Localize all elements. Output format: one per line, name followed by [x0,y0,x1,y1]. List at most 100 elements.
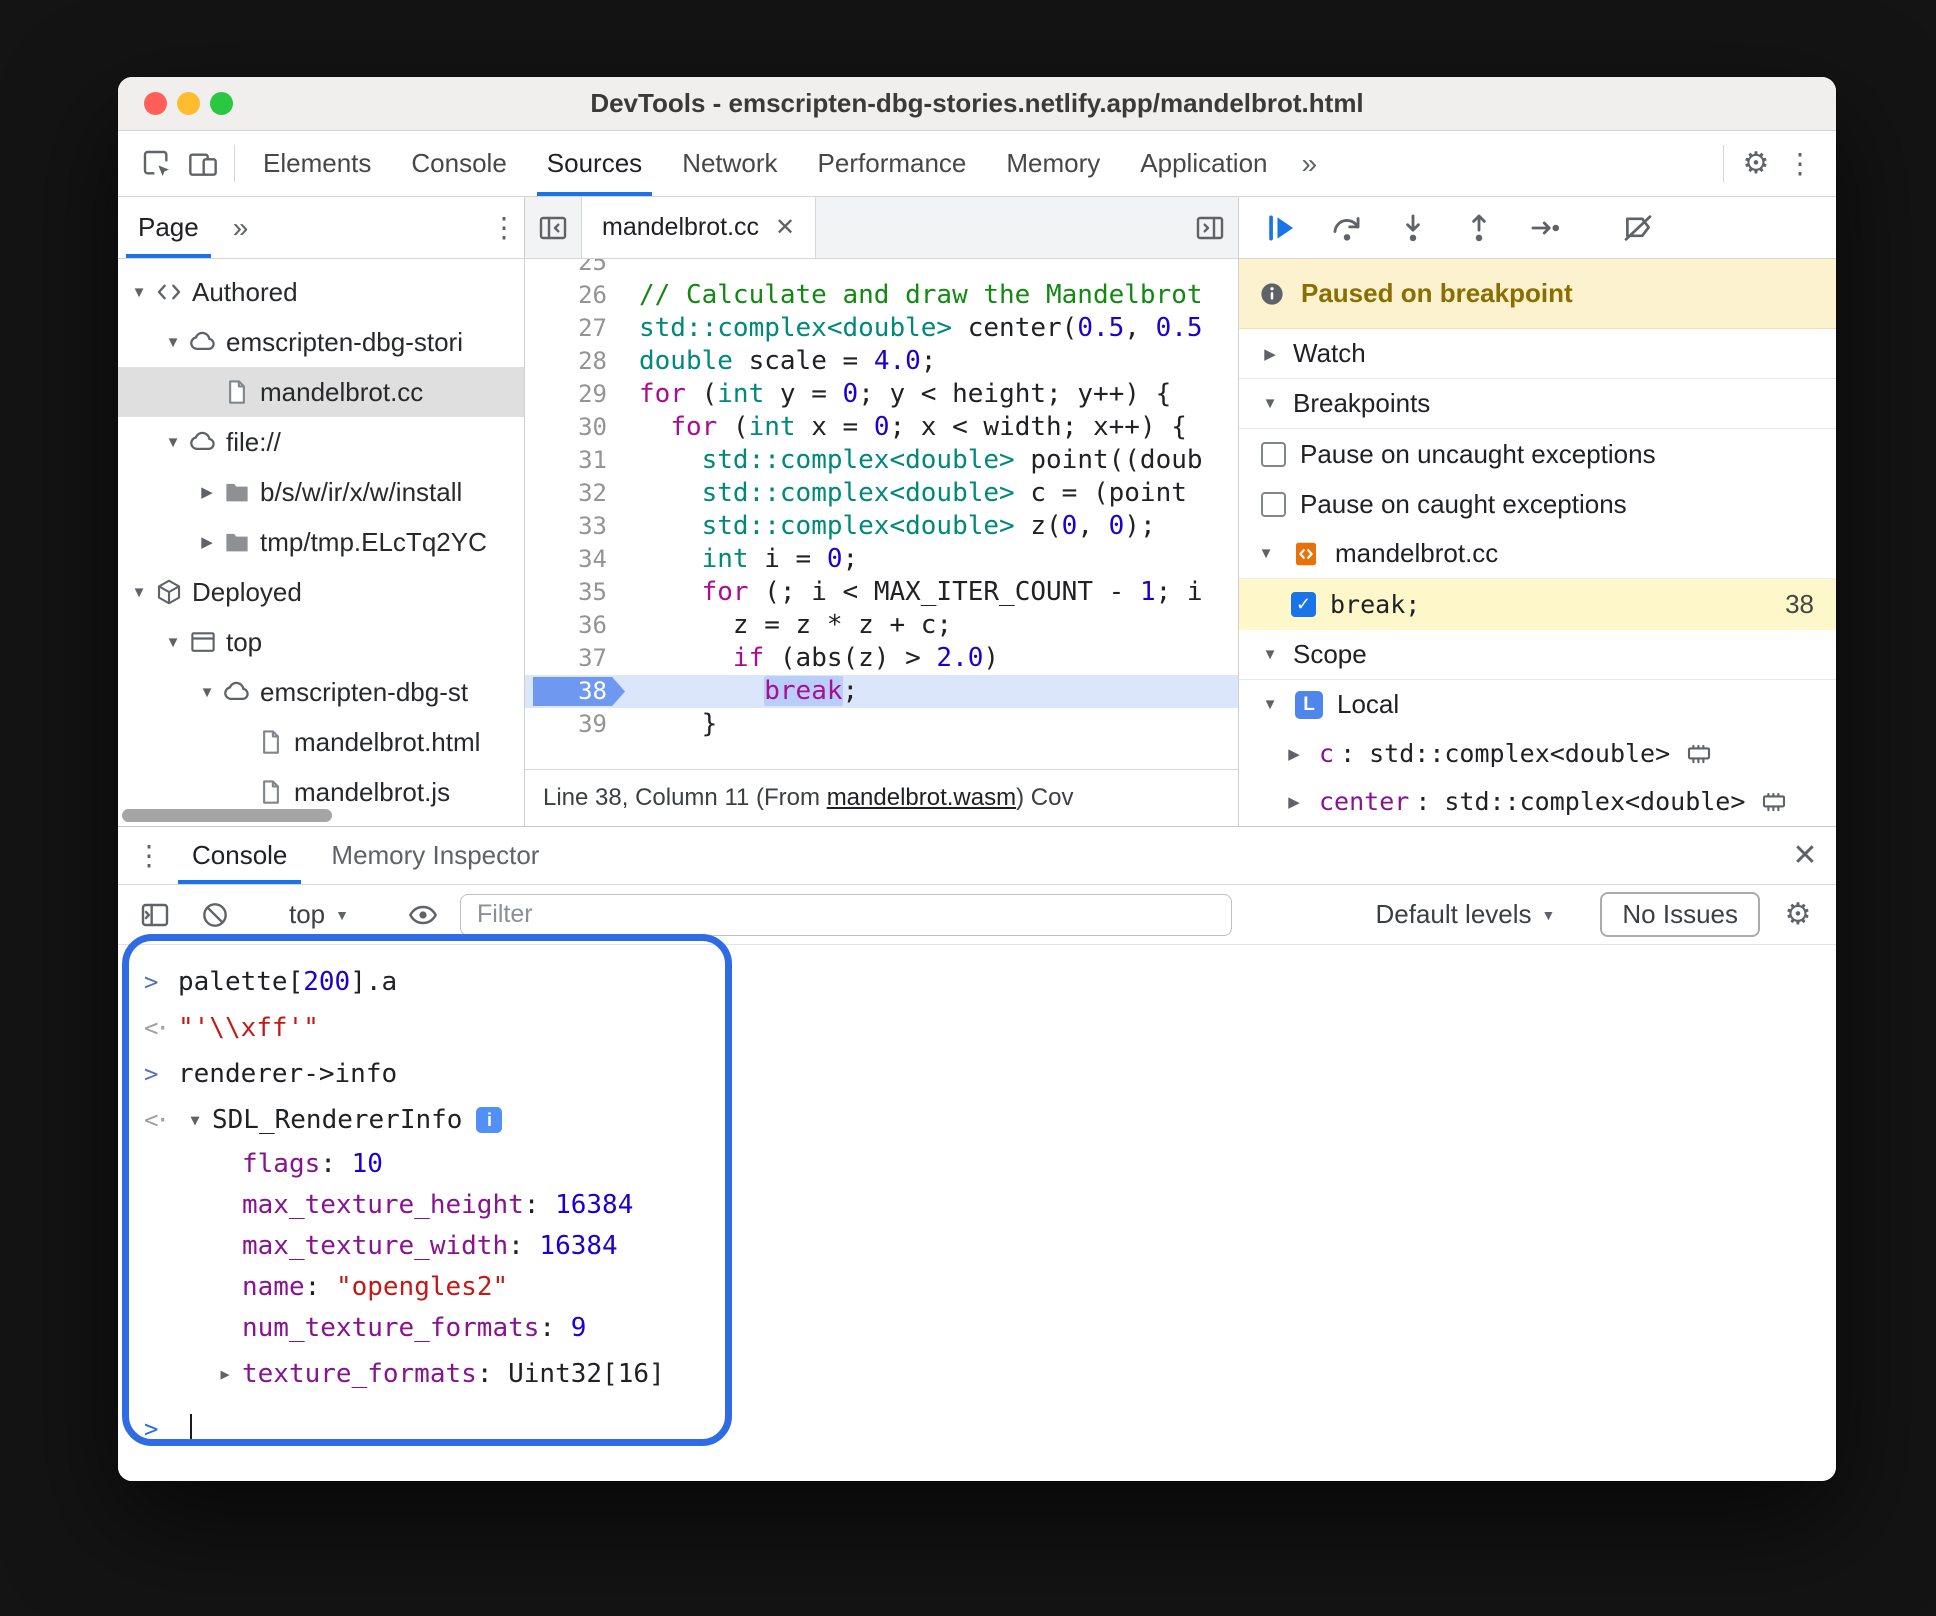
breakpoints-section-header[interactable]: ▼ Breakpoints [1239,379,1836,430]
chevron-down-icon[interactable]: ▼ [124,284,154,301]
settings-gear-icon[interactable]: ⚙ [1732,131,1780,196]
tab-sources[interactable]: Sources [527,131,662,196]
editor-file-tab[interactable]: mandelbrot.cc ✕ [581,197,817,258]
chevron-down-icon[interactable]: ▼ [158,634,188,651]
tree-item[interactable]: ▼ top [118,617,524,667]
drawer-tab-console[interactable]: Console [170,827,309,884]
local-scope-row[interactable]: ▼ L Local [1239,680,1836,730]
device-toolbar-icon[interactable] [180,131,226,196]
tree-item[interactable]: mandelbrot.html [118,717,524,767]
tree-item[interactable]: ▶ b/s/w/ir/x/w/install [118,467,524,517]
line-number[interactable]: 26 [525,279,625,312]
console-filter-input[interactable] [460,893,1233,936]
minimize-window-button[interactable] [177,92,200,115]
chevron-down-icon[interactable]: ▼ [124,584,154,601]
navigator-more-tabs[interactable]: » [219,197,263,258]
chevron-down-icon[interactable]: ▼ [158,434,188,451]
line-number[interactable]: 29 [525,378,625,411]
tab-network[interactable]: Network [662,131,797,196]
breakpoint-entry[interactable]: ✓ break; 38 [1239,579,1836,630]
breakpoint-file-group[interactable]: ▼ mandelbrot.cc [1239,529,1836,580]
chevron-down-icon[interactable]: ▼ [192,684,222,701]
close-drawer-icon[interactable]: ✕ [1784,827,1826,884]
scope-variable-row[interactable]: ▶ c : std::complex<double> [1239,730,1836,778]
titlebar[interactable]: DevTools - emscripten-dbg-stories.netlif… [118,77,1836,131]
pause-uncaught-exceptions-row[interactable]: Pause on uncaught exceptions [1239,429,1836,479]
toggle-debugger-sidebar-icon[interactable] [1182,197,1238,258]
deactivate-breakpoints-icon[interactable] [1610,211,1666,245]
chevron-down-icon[interactable]: ▼ [158,334,188,351]
code-editor[interactable]: 25 26 // Calculate and draw the Mandelbrot… [525,259,1238,769]
tree-item[interactable]: ▼ emscripten-dbg-st [118,667,524,717]
wasm-source-link[interactable]: mandelbrot.wasm [827,784,1016,812]
toggle-navigator-icon[interactable] [525,197,581,258]
console-messages[interactable]: > palette[200].a <· "'\\xff'" > renderer->inf… [118,945,1836,1481]
line-number[interactable]: 34 [525,543,625,576]
line-number[interactable]: 39 [525,708,625,741]
line-number[interactable]: 28 [525,345,625,378]
console-input-row[interactable]: > palette[200].a [118,959,1836,1005]
step-over-icon[interactable] [1319,211,1375,245]
tab-console[interactable]: Console [391,131,526,196]
tree-item[interactable]: ▼ Deployed [118,567,524,617]
log-levels-dropdown[interactable]: Default levels ▼ [1375,899,1555,930]
navigator-kebab-icon[interactable]: ⋮ [484,197,524,258]
info-badge-icon[interactable]: i [476,1107,503,1133]
chevron-right-icon[interactable]: ▶ [192,483,222,501]
expand-triangle-icon[interactable]: ▶ [208,1365,242,1383]
step-into-icon[interactable] [1385,211,1441,245]
breakpoint-checkbox[interactable]: ✓ [1291,591,1316,617]
console-prompt[interactable]: > [118,1406,1836,1452]
line-number[interactable]: 37 [525,642,625,675]
console-input-row[interactable]: > renderer->info [118,1051,1836,1097]
tree-item[interactable]: mandelbrot.cc [118,367,524,417]
line-number[interactable]: 25 [525,259,625,279]
console-object-row[interactable]: <· ▼ SDL_RendererInfo i [118,1097,1836,1143]
scope-variable-row[interactable]: ▶ center : std::complex<double> [1239,778,1836,826]
tab-memory[interactable]: Memory [986,131,1120,196]
horizontal-scrollbar[interactable] [122,809,332,822]
line-number[interactable]: 27 [525,312,625,345]
memory-chip-icon[interactable] [1684,739,1714,769]
tab-performance[interactable]: Performance [798,131,987,196]
tree-item[interactable]: ▼ file:// [118,417,524,467]
clear-console-icon[interactable] [192,899,238,931]
line-number[interactable]: 36 [525,609,625,642]
drawer-kebab-icon[interactable]: ⋮ [128,827,170,884]
line-number[interactable]: 31 [525,444,625,477]
live-expression-eye-icon[interactable] [400,899,446,931]
pause-uncaught-checkbox[interactable] [1261,441,1286,467]
memory-chip-icon[interactable] [1759,787,1789,817]
line-number[interactable]: 30 [525,411,625,444]
tree-item[interactable]: ▶ tmp/tmp.ELcTq2YC [118,517,524,567]
drawer-tab-memory-inspector[interactable]: Memory Inspector [309,827,561,884]
kebab-menu-icon[interactable]: ⋮ [1780,131,1820,196]
expand-triangle-icon[interactable]: ▼ [178,1111,212,1129]
tab-page[interactable]: Page [118,197,219,258]
tab-application[interactable]: Application [1120,131,1287,196]
inspect-element-icon[interactable] [134,131,180,196]
tab-elements[interactable]: Elements [243,131,391,196]
tree-item[interactable]: ▼ Authored [118,267,524,317]
pause-caught-exceptions-row[interactable]: Pause on caught exceptions [1239,479,1836,529]
step-out-icon[interactable] [1451,211,1507,245]
console-settings-gear-icon[interactable]: ⚙ [1774,897,1822,932]
step-icon[interactable] [1517,211,1573,245]
close-window-button[interactable] [144,92,167,115]
close-tab-icon[interactable]: ✕ [775,213,795,242]
issues-counter[interactable]: No Issues [1600,892,1760,937]
line-number[interactable]: 32 [525,477,625,510]
chevron-right-icon[interactable]: ▶ [192,533,222,551]
context-selector[interactable]: top ▼ [283,899,355,930]
line-number[interactable]: 38 [525,675,625,708]
zoom-window-button[interactable] [210,92,233,115]
line-number[interactable]: 33 [525,510,625,543]
line-number[interactable]: 35 [525,576,625,609]
more-tabs-button[interactable]: » [1288,131,1332,196]
tree-item[interactable]: ▼ emscripten-dbg-stori [118,317,524,367]
resume-script-icon[interactable] [1253,211,1309,245]
object-property-expandable-row[interactable]: ▶ texture_formats: Uint32[16] [118,1352,1836,1396]
pause-caught-checkbox[interactable] [1261,491,1286,517]
console-sidebar-icon[interactable] [132,899,178,931]
scope-section-header[interactable]: ▼ Scope [1239,630,1836,680]
